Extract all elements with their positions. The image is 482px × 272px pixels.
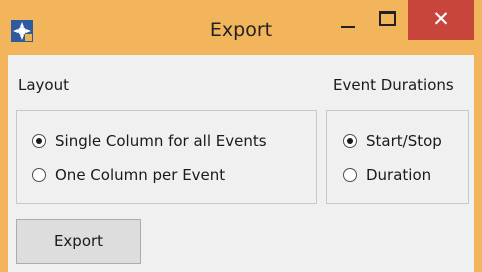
radio-selected-icon — [32, 134, 46, 148]
maximize-button[interactable] — [368, 1, 408, 38]
title-bar[interactable]: Export ✕ — [0, 0, 482, 50]
maximize-icon — [379, 11, 396, 26]
close-icon: ✕ — [432, 7, 450, 31]
event-durations-label: Event Durations — [333, 76, 454, 94]
layout-group: Single Column for all Events One Column … — [16, 110, 317, 204]
radio-single-column[interactable]: Single Column for all Events — [32, 132, 312, 152]
radio-label: Single Column for all Events — [55, 132, 267, 150]
radio-one-column-per-event[interactable]: One Column per Event — [32, 166, 312, 186]
radio-label: One Column per Event — [55, 166, 226, 184]
radio-start-stop[interactable]: Start/Stop — [343, 132, 463, 152]
layout-label: Layout — [18, 76, 69, 94]
radio-label: Duration — [366, 166, 432, 184]
radio-label: Start/Stop — [366, 132, 442, 150]
radio-duration[interactable]: Duration — [343, 166, 463, 186]
minimize-icon — [341, 26, 355, 28]
close-button[interactable]: ✕ — [408, 0, 474, 40]
radio-selected-icon — [343, 134, 357, 148]
minimize-button[interactable] — [328, 1, 368, 38]
export-button[interactable]: Export — [16, 219, 141, 264]
export-window: Export ✕ Layout Single Column for all Ev… — [0, 0, 482, 272]
radio-unselected-icon — [32, 168, 46, 182]
radio-unselected-icon — [343, 168, 357, 182]
event-durations-group: Start/Stop Duration — [326, 110, 469, 204]
